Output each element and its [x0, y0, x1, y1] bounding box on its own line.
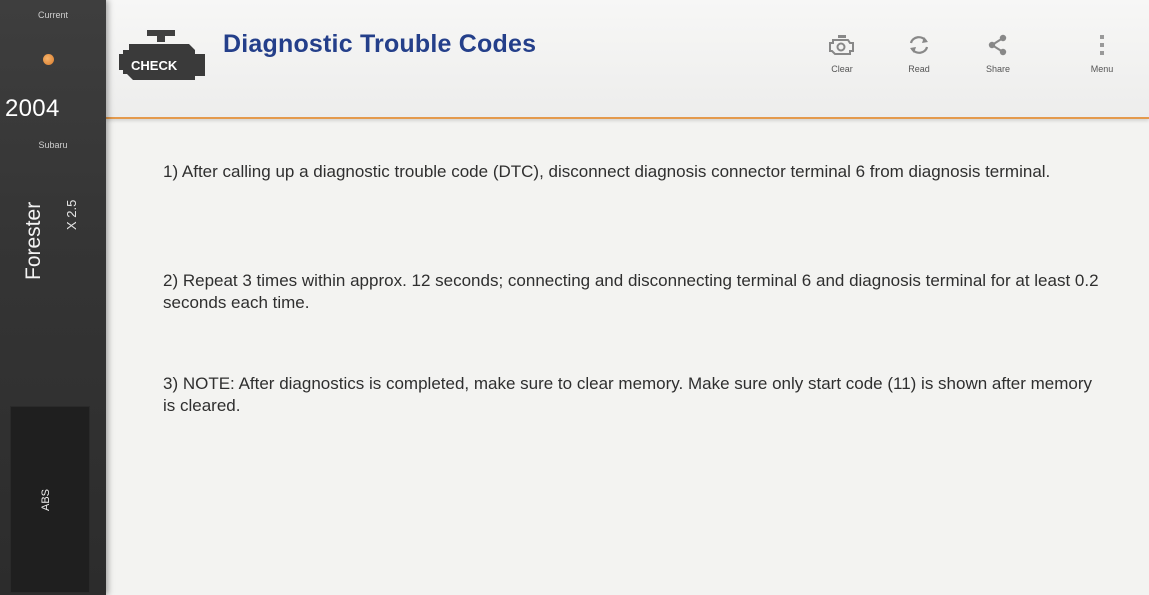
action-bar: CHECK Diagnostic Trouble Codes Clear Rea… — [106, 0, 1149, 119]
current-label: Current — [37, 10, 68, 20]
abs-section-tab[interactable]: ABS — [10, 406, 90, 593]
engine-clear-icon — [829, 35, 854, 55]
vehicle-model-container[interactable]: Forester — [22, 170, 52, 280]
clear-label: Clear — [831, 64, 853, 74]
check-icon-text: CHECK — [131, 58, 178, 73]
vehicle-year[interactable]: 2004 — [5, 95, 60, 123]
clear-button[interactable]: Clear — [812, 34, 872, 94]
share-button[interactable]: Share — [968, 34, 1028, 94]
read-button[interactable]: Read — [889, 34, 949, 94]
overflow-menu-icon — [1100, 35, 1104, 55]
share-label: Share — [985, 64, 1011, 74]
instruction-step-3: 3) NOTE: After diagnostics is completed,… — [163, 374, 1093, 415]
menu-button[interactable]: Menu — [1072, 34, 1132, 94]
abs-tab-label: ABS — [40, 488, 52, 511]
vehicle-model: Forester — [22, 201, 45, 280]
vehicle-sidebar: Current 2004 Subaru Forester X 2.5 ABS — [0, 0, 106, 595]
menu-label: Menu — [1090, 64, 1114, 74]
page-title: Diagnostic Trouble Codes — [223, 30, 537, 58]
instruction-step-2: 2) Repeat 3 times within approx. 12 seco… — [163, 271, 1099, 312]
instruction-step-1: 1) After calling up a diagnostic trouble… — [163, 162, 1051, 181]
vehicle-trim[interactable]: X 2.5 — [64, 200, 79, 230]
read-label: Read — [908, 64, 930, 74]
share-icon — [988, 34, 1007, 56]
status-dot-icon — [43, 54, 54, 65]
dtc-instructions: 1) After calling up a diagnostic trouble… — [106, 119, 1149, 595]
app-window: Current 2004 Subaru Forester X 2.5 ABS C… — [0, 0, 1149, 595]
refresh-icon — [909, 36, 929, 54]
check-engine-icon: CHECK — [119, 28, 211, 88]
vehicle-make[interactable]: Subaru — [0, 140, 106, 150]
